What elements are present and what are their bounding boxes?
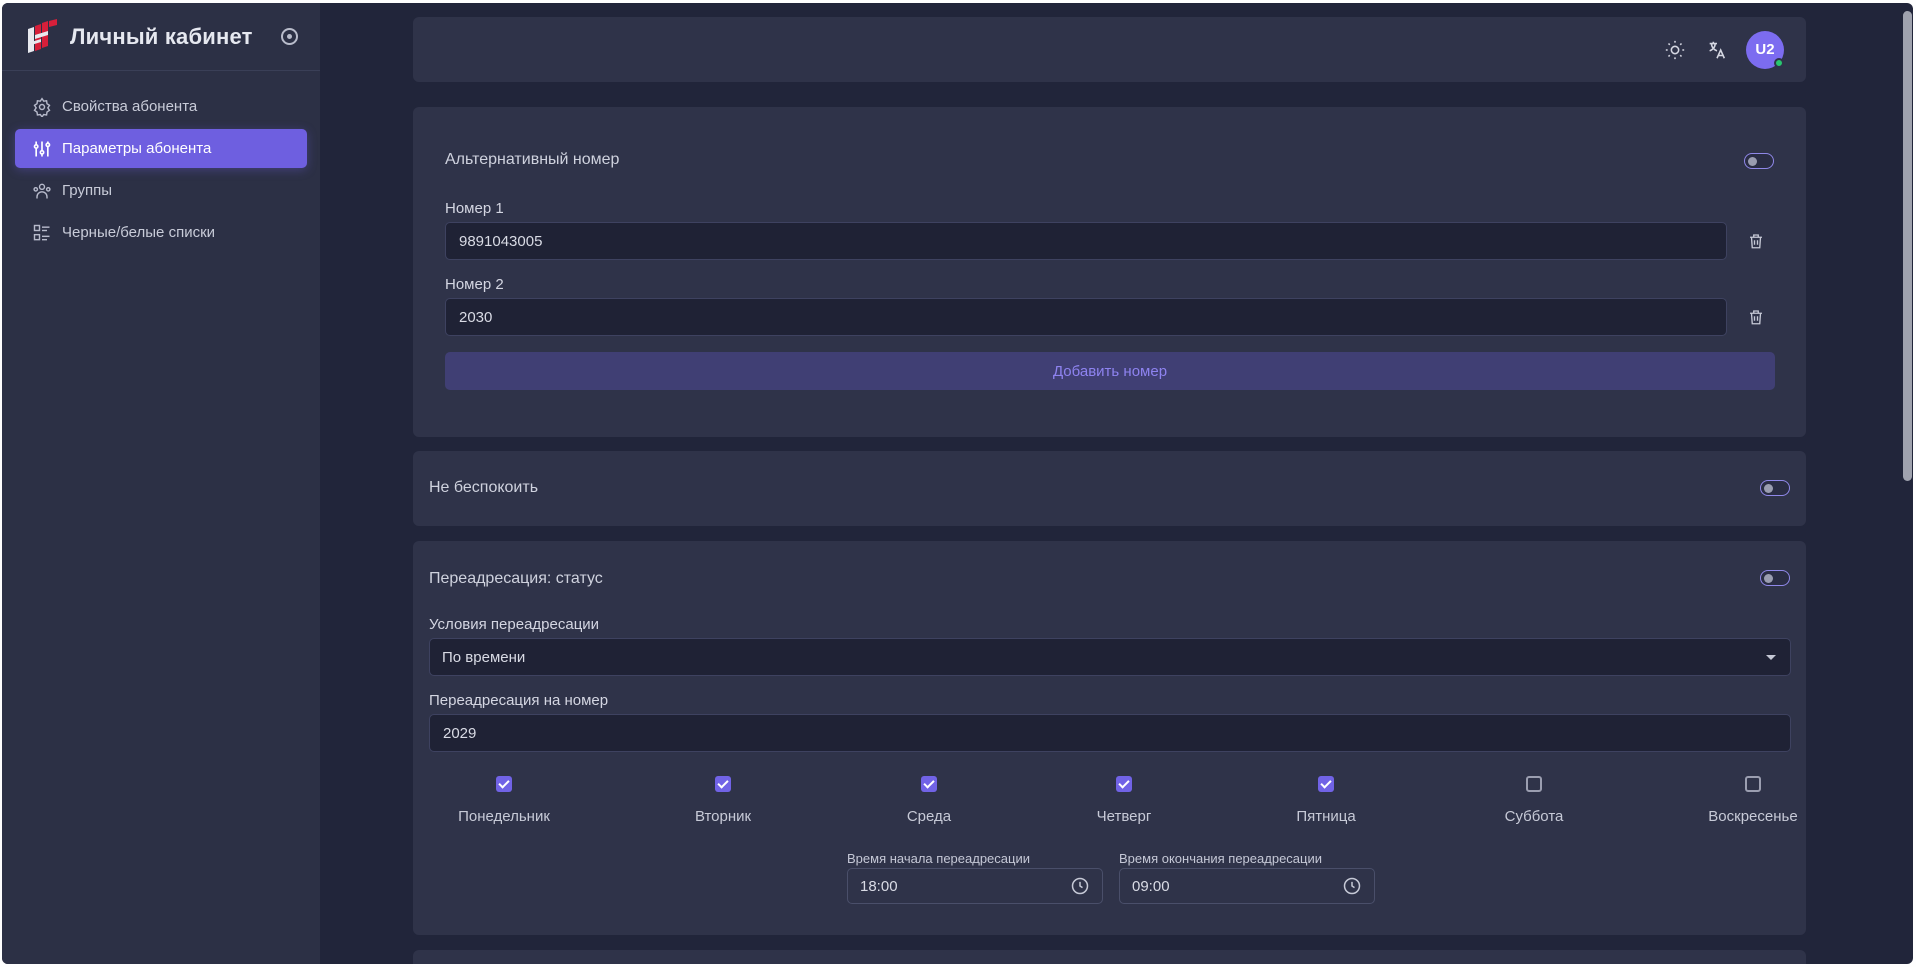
day-label: Пятница [1296, 808, 1356, 825]
dnd-card: Не беспокоить [413, 451, 1806, 526]
condition-value: По времени [442, 648, 526, 666]
next-card [413, 950, 1806, 964]
day-label: Суббота [1504, 808, 1564, 825]
app-window: Личный кабинет Свойства абонента Парамет… [2, 3, 1913, 964]
number-1-value: 9891043005 [459, 232, 543, 250]
sidebar-item-label: Черные/белые списки [62, 224, 216, 241]
translate-icon[interactable] [1704, 37, 1730, 63]
top-bar: U2 [413, 17, 1806, 82]
sidebar-pin-icon[interactable] [281, 28, 298, 45]
sidebar-item-subscriber-properties[interactable]: Свойства абонента [15, 87, 307, 126]
sidebar-nav: Свойства абонента Параметры абонента Гру… [2, 71, 320, 271]
end-time-input[interactable]: 09:00 [1119, 868, 1375, 904]
day-label: Воскресенье [1708, 808, 1798, 825]
checkbox-wednesday[interactable] [921, 776, 937, 792]
day-label: Вторник [694, 808, 752, 825]
sun-icon[interactable] [1662, 37, 1688, 63]
day-label: Понедельник [458, 808, 550, 825]
forwarding-card: Переадресация: статус Условия переадреса… [413, 541, 1806, 935]
day-label: Среда [906, 808, 952, 825]
scrollbar[interactable] [1903, 11, 1912, 481]
day-label: Четверг [1096, 808, 1152, 825]
list-icon [32, 223, 52, 243]
dnd-title: Не беспокоить [429, 479, 539, 496]
gear-icon [32, 96, 52, 117]
dnd-toggle[interactable] [1760, 480, 1790, 496]
alt-number-toggle[interactable] [1744, 153, 1774, 169]
clock-icon[interactable] [1342, 876, 1362, 896]
users-icon [32, 181, 52, 201]
delete-number-1-icon[interactable] [1745, 230, 1767, 252]
number-2-value: 2030 [459, 308, 493, 326]
number-2-label: Номер 2 [445, 276, 504, 293]
chevron-down-icon [1766, 654, 1776, 660]
number-2-input[interactable]: 2030 [445, 298, 1727, 336]
day-thursday[interactable]: Четверг [1064, 776, 1184, 825]
sidebar-item-label: Свойства абонента [62, 98, 198, 115]
checkbox-sunday[interactable] [1745, 776, 1761, 792]
start-time-input[interactable]: 18:00 [847, 868, 1103, 904]
app-logo [28, 18, 57, 53]
start-time-label: Время начала переадресации [847, 851, 1030, 866]
checkbox-saturday[interactable] [1526, 776, 1542, 792]
number-1-input[interactable]: 9891043005 [445, 222, 1727, 260]
checkbox-monday[interactable] [496, 776, 512, 792]
sidebar-item-black-white-lists[interactable]: Черные/белые списки [15, 213, 307, 252]
forwarding-toggle[interactable] [1760, 570, 1790, 586]
condition-select[interactable]: По времени [429, 638, 1791, 676]
checkbox-friday[interactable] [1318, 776, 1334, 792]
sidebar-header: Личный кабинет [2, 3, 320, 71]
sidebar-item-label: Параметры абонента [62, 140, 212, 157]
start-time-value: 18:00 [860, 877, 898, 895]
add-number-button[interactable]: Добавить номер [445, 352, 1775, 390]
app-title: Личный кабинет [70, 23, 253, 49]
sliders-icon [32, 139, 52, 159]
day-monday[interactable]: Понедельник [444, 776, 564, 825]
target-label: Переадресация на номер [429, 692, 609, 709]
delete-number-2-icon[interactable] [1745, 306, 1767, 328]
forwarding-title: Переадресация: статус [429, 570, 603, 587]
day-friday[interactable]: Пятница [1266, 776, 1386, 825]
day-saturday[interactable]: Суббота [1474, 776, 1594, 825]
clock-icon[interactable] [1070, 876, 1090, 896]
number-1-label: Номер 1 [445, 200, 504, 217]
condition-label: Условия переадресации [429, 616, 600, 633]
checkbox-thursday[interactable] [1116, 776, 1132, 792]
checkbox-tuesday[interactable] [715, 776, 731, 792]
day-tuesday[interactable]: Вторник [663, 776, 783, 825]
day-wednesday[interactable]: Среда [869, 776, 989, 825]
end-time-label: Время окончания переадресации [1119, 851, 1322, 866]
alt-number-title: Альтернативный номер [445, 151, 620, 168]
sidebar-item-label: Группы [62, 182, 112, 199]
target-number-input[interactable]: 2029 [429, 714, 1791, 752]
online-status-dot [1774, 57, 1784, 68]
target-number-value: 2029 [443, 724, 477, 742]
avatar[interactable]: U2 [1746, 30, 1784, 69]
sidebar-item-groups[interactable]: Группы [15, 171, 307, 210]
add-number-label: Добавить номер [1052, 362, 1168, 380]
sidebar-item-subscriber-parameters[interactable]: Параметры абонента [15, 129, 307, 168]
sidebar: Личный кабинет Свойства абонента Парамет… [2, 3, 320, 964]
day-sunday[interactable]: Воскресенье [1693, 776, 1813, 825]
avatar-initials: U2 [1755, 41, 1775, 58]
end-time-value: 09:00 [1132, 877, 1170, 895]
alt-number-card: Альтернативный номер Номер 1 9891043005 … [413, 107, 1806, 437]
